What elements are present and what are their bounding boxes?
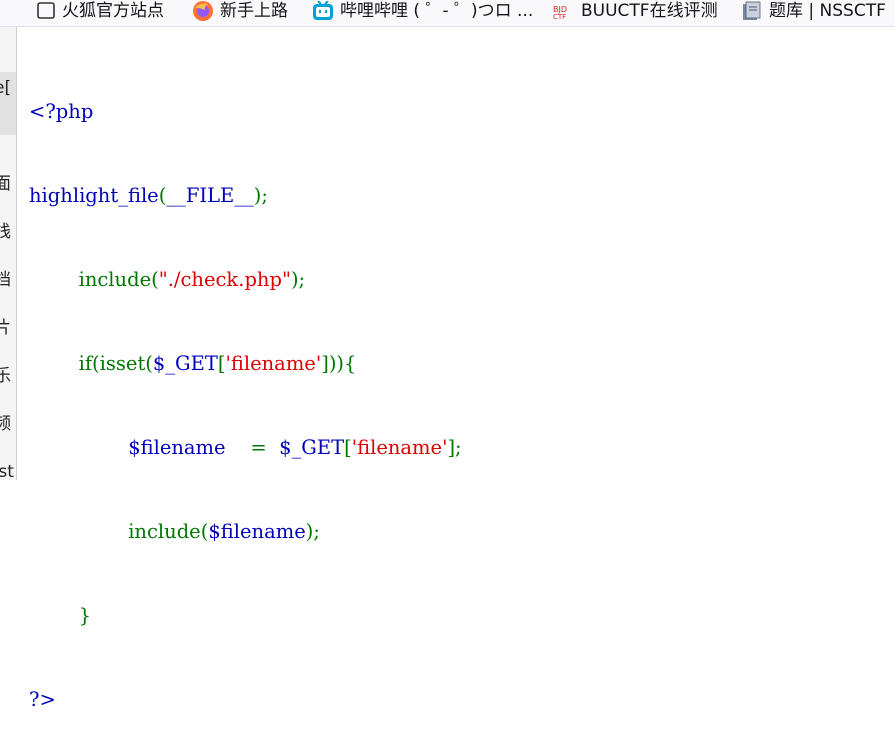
code-variable: $_GET: [152, 352, 218, 375]
code-token: include(: [78, 268, 159, 291]
code-token: include(: [128, 520, 209, 543]
code-token: highlight_file: [29, 184, 159, 207]
code-token: [: [344, 436, 352, 459]
code-variable: $filename: [208, 520, 306, 543]
code-line: <?php: [29, 98, 462, 126]
code-line: highlight_file(__FILE__);: [29, 182, 462, 210]
code-line: }: [29, 602, 462, 630]
sidebar-item[interactable]: 频: [0, 414, 16, 434]
php-source-code: <?php highlight_file(__FILE__); include(…: [29, 42, 462, 742]
code-token: if(isset(: [78, 352, 153, 375]
sidebar-item[interactable]: 档: [0, 270, 16, 290]
php-close-tag: ?>: [29, 688, 56, 711]
code-token: );: [305, 520, 320, 543]
bookmark-firefox-official[interactable]: 火狐官方站点: [36, 0, 164, 22]
code-line: ?>: [29, 686, 462, 714]
sidebar-item[interactable]: 乐: [0, 366, 16, 386]
bookmarks-toolbar: 火狐官方站点 新手上路 哔哩哔哩 ( ゜- ゜)つロ ... BJD CTF B…: [0, 0, 895, 27]
bookmark-buuctf[interactable]: BJD CTF BUUCTF在线评测: [553, 0, 718, 22]
sidebar-panel: e[ 面 栈 档 片 乐 频 ost: [0, 27, 17, 480]
code-line: if(isset($_GET['filename'])){: [29, 350, 462, 378]
sidebar-item[interactable]: ost: [0, 462, 14, 480]
code-string: 'filename': [351, 436, 448, 459]
sidebar-item[interactable]: 栈: [0, 222, 16, 242]
code-line: include("./check.php");: [29, 266, 462, 294]
code-token: =: [225, 436, 280, 459]
code-variable: $filename: [128, 436, 226, 459]
code-token: __FILE__: [166, 184, 254, 207]
bookmark-nssctf[interactable]: 题库 | NSSCTF: [741, 0, 886, 22]
code-token: ];: [447, 436, 462, 459]
code-token: );: [290, 268, 306, 291]
firefox-icon: [192, 0, 214, 22]
bookmark-label: 题库 | NSSCTF: [769, 0, 886, 21]
bookmark-label: 新手上路: [220, 0, 288, 21]
bookmark-bilibili[interactable]: 哔哩哔哩 ( ゜- ゜)つロ ...: [312, 0, 533, 22]
sidebar-item[interactable]: 片: [0, 318, 16, 338]
sidebar-item[interactable]: 面: [0, 174, 16, 194]
bilibili-icon: [312, 1, 334, 21]
buuctf-icon: BJD CTF: [553, 2, 575, 20]
sidebar-item[interactable]: e[: [0, 78, 16, 98]
svg-text:CTF: CTF: [553, 13, 566, 20]
code-line: include($filename);: [29, 518, 462, 546]
code-line: $filename = $_GET['filename'];: [29, 434, 462, 462]
bookmark-label: 哔哩哔哩 ( ゜- ゜)つロ ...: [340, 0, 534, 21]
bookmark-getting-started[interactable]: 新手上路: [192, 0, 288, 22]
code-token: ])){: [321, 352, 357, 375]
code-variable: $_GET: [279, 436, 345, 459]
nssctf-icon: [741, 0, 763, 22]
code-token: }: [78, 604, 92, 627]
bookmark-label: 火狐官方站点: [62, 0, 164, 21]
php-open-tag: <?php: [29, 100, 94, 123]
code-string: 'filename': [225, 352, 322, 375]
bookmark-label: BUUCTF在线评测: [581, 0, 718, 21]
code-string: "./check.php": [158, 268, 291, 291]
page-icon: [36, 2, 56, 20]
code-token: );: [253, 184, 268, 207]
